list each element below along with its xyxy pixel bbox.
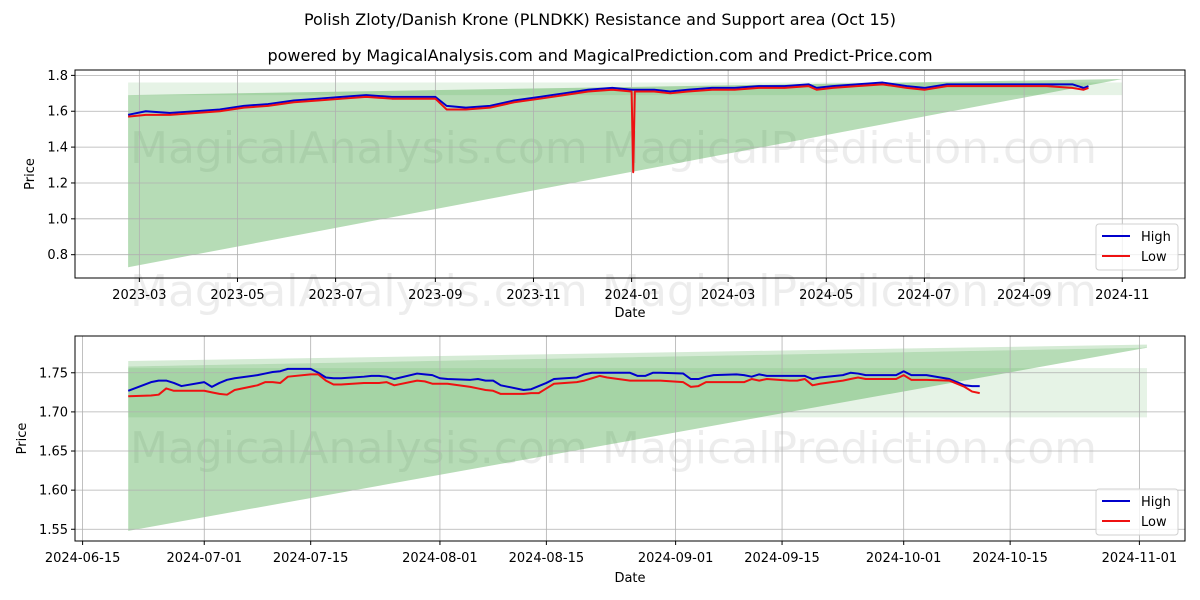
- y-tick-label: 1.60: [39, 484, 68, 499]
- x-tick-label: 2023-07: [308, 288, 362, 303]
- x-tick-label: 2024-09-01: [638, 551, 714, 566]
- y-tick-label: 1.0: [47, 212, 68, 227]
- x-tick-label: 2024-07-01: [166, 551, 242, 566]
- y-axis-label: Price: [15, 423, 30, 455]
- x-tick-label: 2024-08-15: [509, 551, 585, 566]
- x-tick-label: 2024-10-01: [866, 551, 942, 566]
- y-tick-label: 1.8: [47, 69, 68, 84]
- x-axis-label: Date: [614, 571, 645, 586]
- x-tick-label: 2023-11: [506, 288, 560, 303]
- legend: High Low: [1095, 488, 1179, 536]
- x-tick-label: 2024-09-15: [744, 551, 820, 566]
- legend-label-high: High: [1141, 230, 1171, 245]
- top-chart: MagicalAnalysis.com MagicalPrediction.com…: [23, 69, 1186, 321]
- x-tick-label: 2024-11-01: [1102, 551, 1178, 566]
- x-tick-label: 2024-01: [604, 288, 658, 303]
- y-tick-label: 1.55: [39, 523, 68, 538]
- x-tick-label: 2023-03: [112, 288, 166, 303]
- y-tick-label: 1.2: [47, 176, 68, 191]
- x-tick-label: 2024-09: [997, 288, 1051, 303]
- legend-label-low: Low: [1141, 250, 1167, 265]
- legend: High Low: [1095, 223, 1179, 271]
- x-tick-label: 2023-05: [210, 288, 264, 303]
- y-tick-label: 1.65: [39, 445, 68, 460]
- x-tick-label: 2024-07: [897, 288, 951, 303]
- x-tick-label: 2024-11: [1095, 288, 1149, 303]
- x-tick-label: 2024-05: [799, 288, 853, 303]
- y-tick-label: 0.8: [47, 248, 68, 263]
- y-axis-label: Price: [23, 158, 38, 190]
- y-tick-label: 1.75: [39, 366, 68, 381]
- x-tick-label: 2024-03: [701, 288, 755, 303]
- y-tick-label: 1.6: [47, 105, 68, 120]
- legend-label-low: Low: [1141, 515, 1167, 530]
- x-axis-label: Date: [614, 306, 645, 321]
- x-tick-label: 2024-08-01: [402, 551, 478, 566]
- legend-label-high: High: [1141, 495, 1171, 510]
- x-tick-label: 2024-07-15: [273, 551, 349, 566]
- charts-canvas: MagicalAnalysis.com MagicalPrediction.com…: [15, 69, 1186, 586]
- y-tick-label: 1.70: [39, 405, 68, 420]
- bottom-chart: MagicalAnalysis.com MagicalPrediction.com…: [15, 335, 1186, 586]
- x-tick-label: 2024-10-15: [972, 551, 1048, 566]
- x-tick-label: 2024-06-15: [45, 551, 121, 566]
- y-tick-label: 1.4: [47, 141, 68, 156]
- x-tick-label: 2023-09: [408, 288, 462, 303]
